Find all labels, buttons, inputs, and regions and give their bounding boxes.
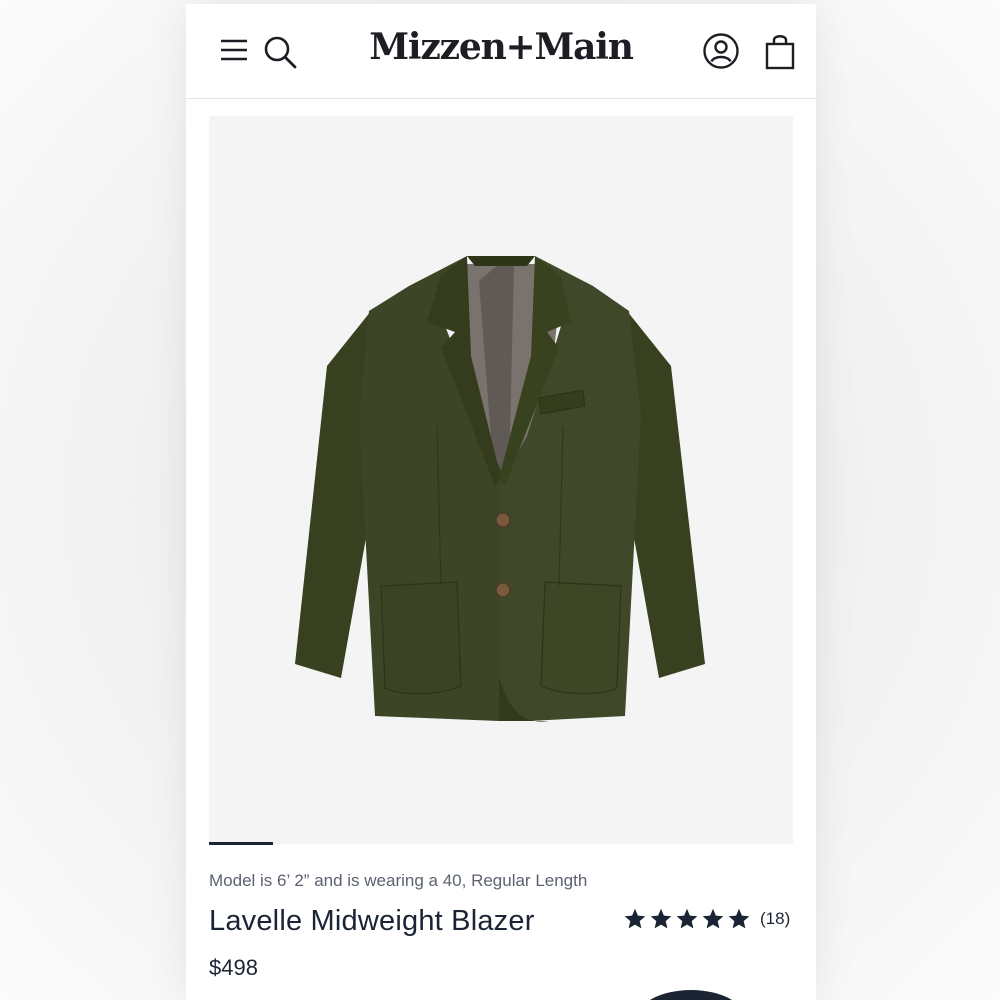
rating-stars bbox=[622, 907, 752, 931]
gallery-slide-indicator[interactable] bbox=[209, 842, 273, 845]
blazer-button-bottom bbox=[495, 582, 511, 598]
cart-button[interactable] bbox=[760, 30, 800, 72]
account-button[interactable] bbox=[700, 30, 742, 72]
star-icon bbox=[650, 908, 672, 929]
right-patch-pocket bbox=[540, 581, 622, 695]
mobile-page: Mizzen+Main Model is 6’ 2” and is wearin… bbox=[186, 4, 816, 1000]
collar bbox=[467, 256, 535, 266]
account-icon bbox=[703, 33, 739, 69]
star-icon bbox=[702, 908, 724, 929]
product-price: $498 bbox=[209, 955, 258, 980]
product-image-gallery[interactable] bbox=[209, 116, 793, 844]
blazer-button-top bbox=[495, 512, 511, 528]
product-title: Lavelle Midweight Blazer bbox=[209, 905, 535, 937]
shopping-bag-icon bbox=[765, 35, 795, 70]
product-rating[interactable]: (18) bbox=[622, 907, 790, 931]
review-count[interactable]: (18) bbox=[760, 909, 790, 929]
floating-action-button[interactable] bbox=[636, 990, 746, 1000]
star-icon bbox=[676, 908, 698, 929]
model-size-note: Model is 6’ 2” and is wearing a 40, Regu… bbox=[209, 871, 588, 890]
site-header: Mizzen+Main bbox=[186, 4, 816, 99]
star-icon bbox=[728, 908, 750, 929]
star-icon bbox=[624, 908, 646, 929]
left-patch-pocket bbox=[380, 581, 462, 695]
blazer-image bbox=[295, 256, 705, 722]
